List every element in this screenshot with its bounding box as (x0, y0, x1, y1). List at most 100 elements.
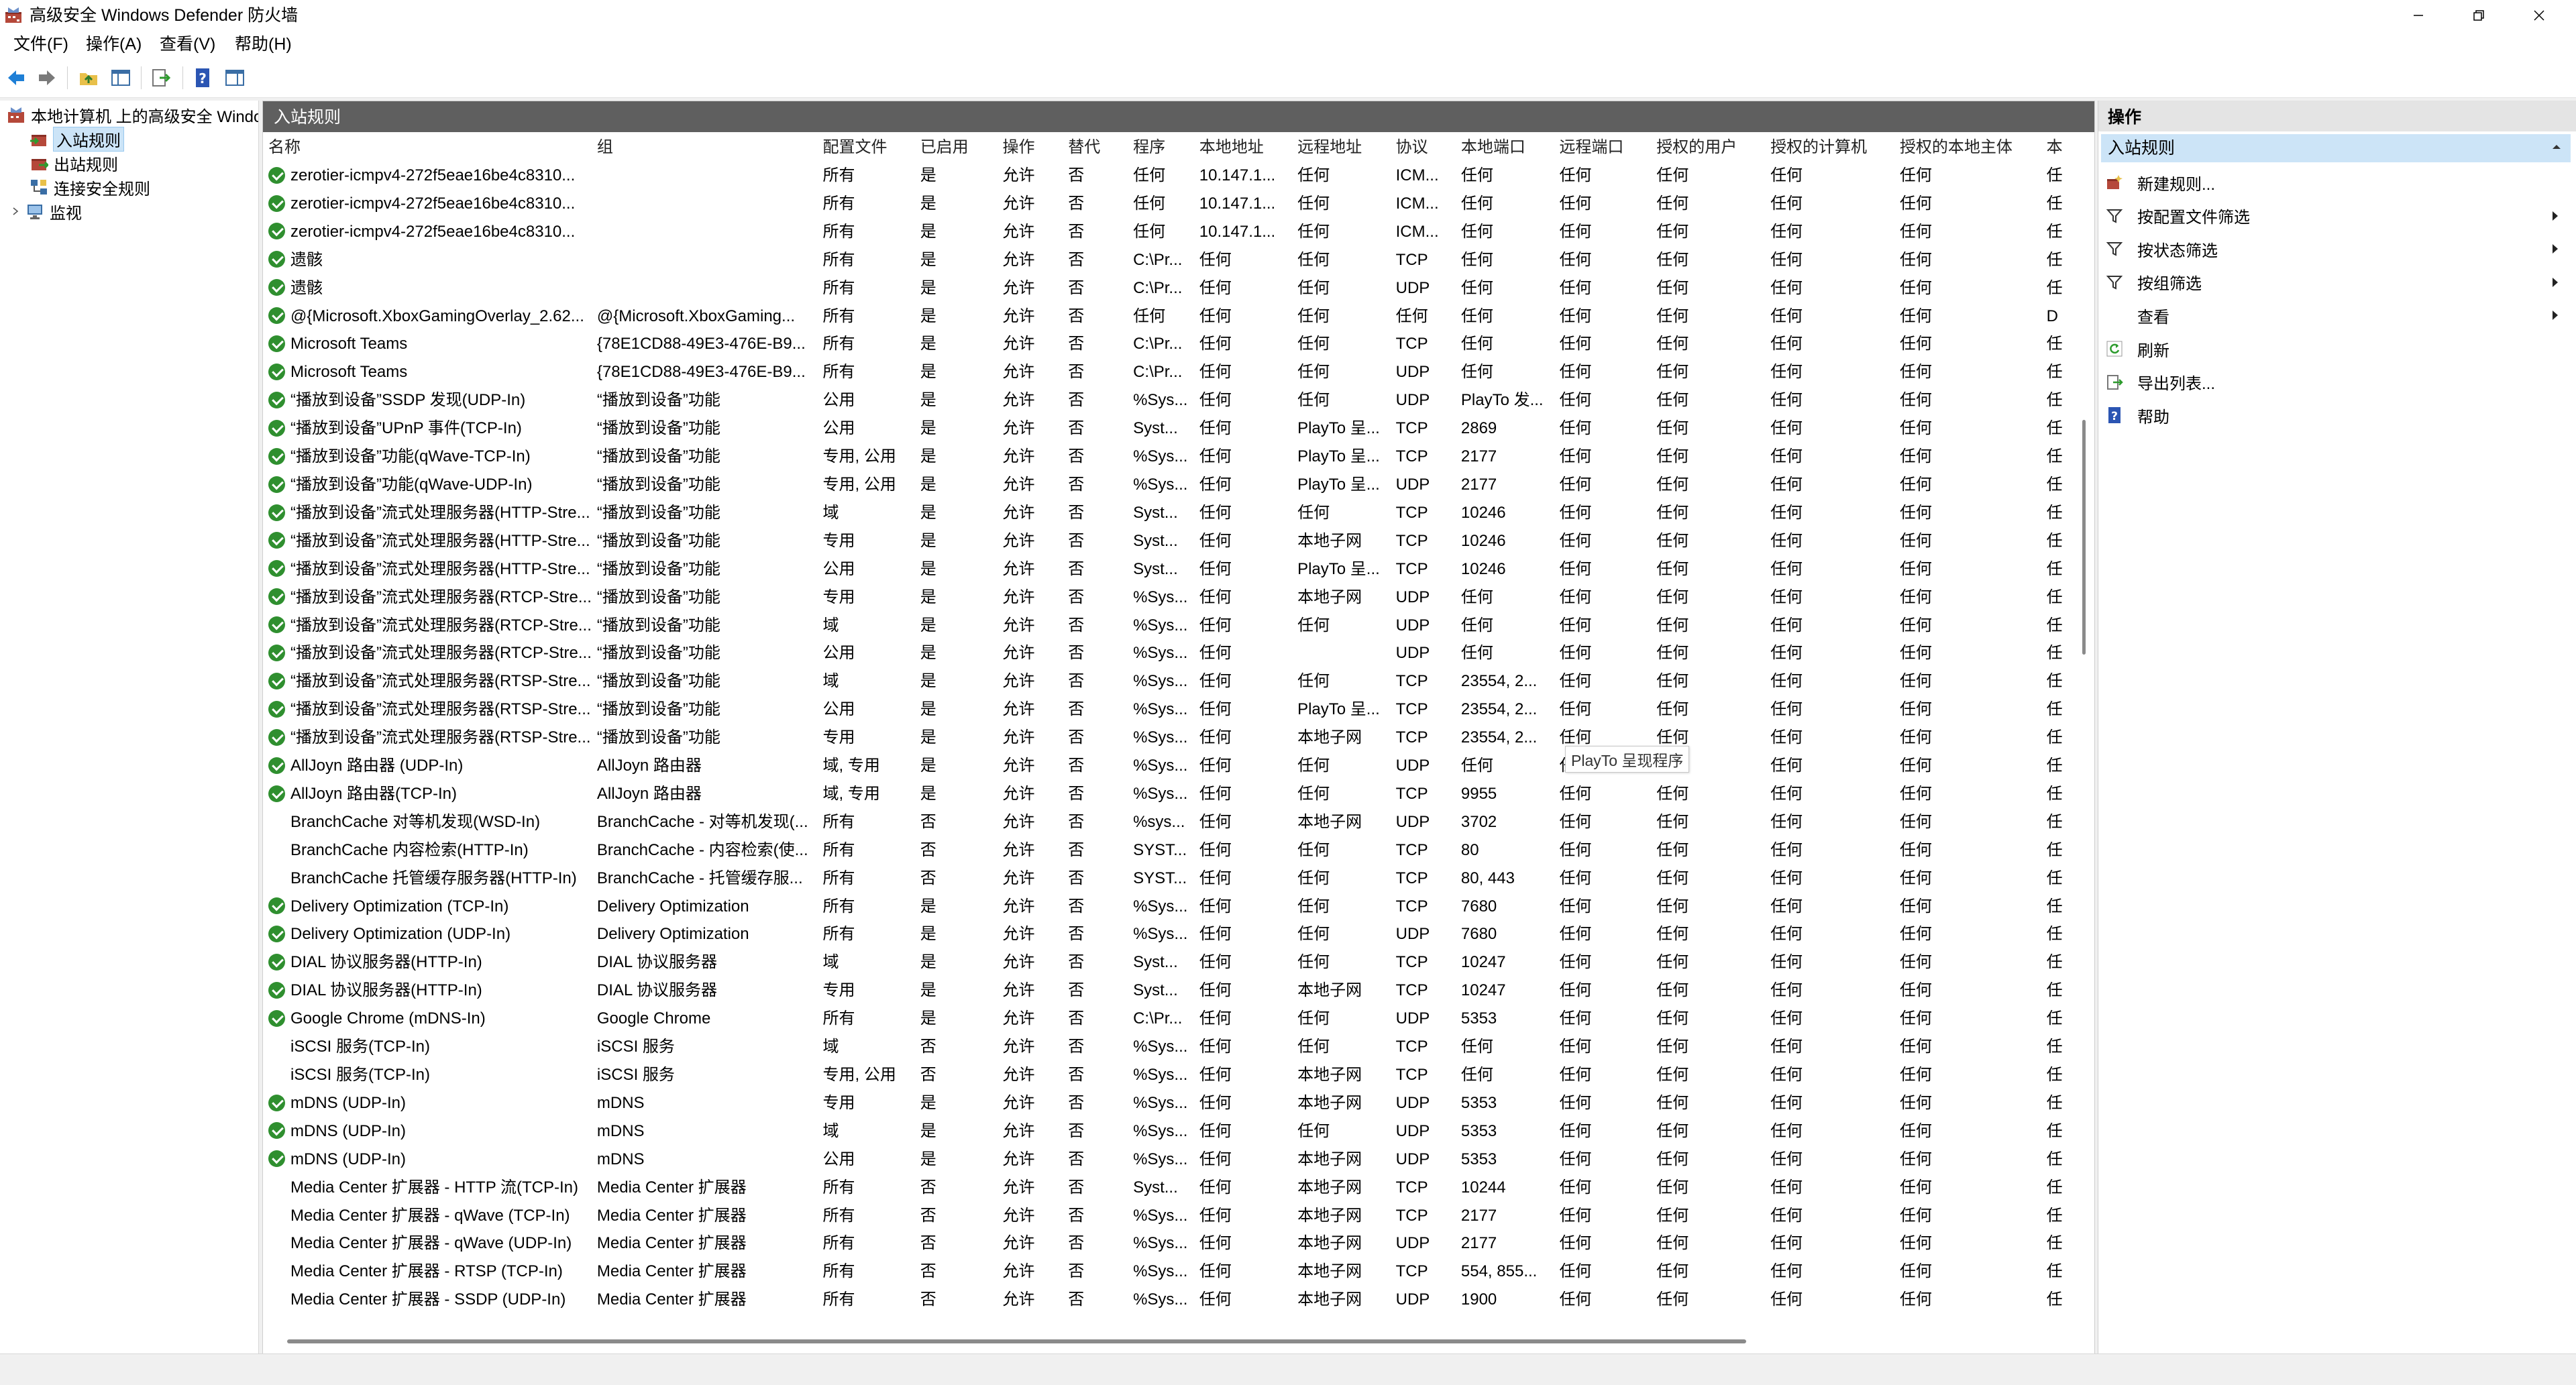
column-header[interactable]: 协议 (1391, 133, 1456, 162)
column-header[interactable]: 配置文件 (817, 133, 914, 162)
column-header[interactable]: 授权的计算机 (1765, 133, 1894, 162)
actions-section-inbound-rules[interactable]: 入站规则 (2101, 134, 2571, 162)
table-row[interactable]: “播放到设备”流式处理服务器(RTCP-Stre... “播放到设备”功能 专用 是 允… (263, 584, 2081, 612)
back-button[interactable] (4, 66, 28, 90)
table-row[interactable]: Delivery Optimization (UDP-In) Delivery O… (263, 920, 2081, 948)
action-help[interactable]: ? 帮助 (2105, 401, 2568, 429)
action-new-rule[interactable]: 新建规则... (2105, 168, 2568, 197)
table-cell: 任何 (1559, 840, 1592, 859)
forward-button[interactable] (35, 66, 59, 90)
action-filter-by-group[interactable]: 按组筛选 (2105, 268, 2568, 296)
table-cell: zerotier-icmpv4-272f5eae16be4c8310... (263, 190, 592, 218)
table-cell: 允许 (1002, 1206, 1035, 1225)
minimize-button[interactable] (2388, 0, 2449, 30)
column-header[interactable]: 组 (592, 133, 818, 162)
table-cell: 允许 (1002, 531, 1035, 550)
help-button[interactable]: ? (191, 66, 215, 90)
table-row[interactable]: “播放到设备”流式处理服务器(RTSP-Stre... “播放到设备”功能 域 是 允许… (263, 667, 2081, 696)
table-row[interactable]: @{Microsoft.XboxGamingOverlay_2.62... @{M… (263, 302, 2081, 331)
table-row[interactable]: 遗骸 所有 是 允许 否 C:\Pr... 任何 任何 UDP 任何 任何 任何 任何 任何 任 (263, 274, 2081, 302)
table-row[interactable]: Media Center 扩展器 - qWave (TCP-In) Media C… (263, 1202, 2081, 1230)
table-row[interactable]: “播放到设备”流式处理服务器(HTTP-Stre... “播放到设备”功能 域 是 允许… (263, 499, 2081, 527)
table-row[interactable]: Microsoft Teams {78E1CD88-49E3-476E-B9...… (263, 358, 2081, 386)
table-row[interactable]: “播放到设备”功能(qWave-UDP-In) “播放到设备”功能 专用, 公用 是 允… (263, 471, 2081, 499)
collapse-arrow-icon[interactable] (2549, 140, 2564, 154)
column-header[interactable]: 远程端口 (1554, 133, 1651, 162)
close-button[interactable] (2509, 0, 2569, 30)
up-folder-button[interactable] (76, 66, 101, 90)
export-button[interactable] (149, 66, 173, 90)
table-row[interactable]: “播放到设备”UPnP 事件(TCP-In) “播放到设备”功能 公用 是 允许 否 Sys… (263, 414, 2081, 443)
table-cell: 是 (920, 897, 936, 916)
action-view[interactable]: 查看 (2105, 301, 2568, 329)
table-row[interactable]: mDNS (UDP-In) mDNS 域 是 允许 否 %Sys... 任何 任何 UDP 5353… (263, 1117, 2081, 1146)
table-row[interactable]: “播放到设备”流式处理服务器(RTSP-Stre... “播放到设备”功能 专用 是 允… (263, 724, 2081, 752)
vertical-scrollbar-thumb[interactable] (2082, 420, 2086, 655)
action-filter-by-profile[interactable]: 按配置文件筛选 (2105, 202, 2568, 230)
table-row[interactable]: “播放到设备”流式处理服务器(RTSP-Stre... “播放到设备”功能 公用 是 允… (263, 696, 2081, 724)
table-cell: 否 (1068, 391, 1085, 410)
column-header[interactable]: 本 (2041, 133, 2081, 162)
table-row[interactable]: iSCSI 服务(TCP-In) iSCSI 服务 专用, 公用 否 允许 否 %Sys..… (263, 1061, 2081, 1089)
table-row[interactable]: AllJoyn 路由器 (UDP-In) AllJoyn 路由器 域, 专用 是 允许 否… (263, 752, 2081, 780)
column-header[interactable]: 替代 (1063, 133, 1128, 162)
table-row[interactable]: Media Center 扩展器 - HTTP 流(TCP-In) Media C… (263, 1174, 2081, 1202)
table-row[interactable]: “播放到设备”功能(qWave-TCP-In) “播放到设备”功能 专用, 公用 是 允… (263, 443, 2081, 471)
table-cell: 否 (1068, 1206, 1085, 1225)
table-row[interactable]: Microsoft Teams {78E1CD88-49E3-476E-B9...… (263, 330, 2081, 358)
table-row[interactable]: DIAL 协议服务器(HTTP-In) DIAL 协议服务器 专用 是 允许 否 Syst.… (263, 977, 2081, 1005)
tree-item-monitoring[interactable]: 监视 (11, 200, 82, 223)
menu-action[interactable]: 操作(A) (83, 34, 144, 54)
table-row[interactable]: iSCSI 服务(TCP-In) iSCSI 服务 域 否 允许 否 %Sys... 任何 任何… (263, 1033, 2081, 1061)
table-row[interactable]: zerotier-icmpv4-272f5eae16be4c8310... 所有 是… (263, 190, 2081, 218)
table-row[interactable]: Media Center 扩展器 - SSDP (UDP-In) Media Ce… (263, 1286, 2081, 1314)
table-row[interactable]: Media Center 扩展器 - qWave (UDP-In) Media C… (263, 1229, 2081, 1258)
table-row[interactable]: Media Center 扩展器 - RTSP (TCP-In) Media Ce… (263, 1258, 2081, 1286)
submenu-arrow-icon (2549, 308, 2561, 327)
table-row[interactable]: mDNS (UDP-In) mDNS 公用 是 允许 否 %Sys... 任何 本地子网 UDP 5… (263, 1146, 2081, 1174)
action-filter-by-state[interactable]: 按状态筛选 (2105, 235, 2568, 263)
table-row[interactable]: “播放到设备”流式处理服务器(RTCP-Stre... “播放到设备”功能 域 是 允许… (263, 612, 2081, 640)
table-row[interactable]: zerotier-icmpv4-272f5eae16be4c8310... 所有 是… (263, 162, 2081, 190)
horizontal-scrollbar-thumb[interactable] (287, 1339, 1746, 1343)
column-header[interactable]: 授权的用户 (1651, 133, 1765, 162)
table-row[interactable]: Delivery Optimization (TCP-In) Delivery O… (263, 893, 2081, 921)
show-hide-tree-button[interactable] (109, 66, 133, 90)
tree-root[interactable]: 本地计算机 上的高级安全 Windows Defender 防火墙 (7, 103, 258, 126)
table-row[interactable]: DIAL 协议服务器(HTTP-In) DIAL 协议服务器 域 是 允许 否 Syst..… (263, 948, 2081, 977)
table-row[interactable]: AllJoyn 路由器(TCP-In) AllJoyn 路由器 域, 专用 是 允许 否%… (263, 780, 2081, 808)
table-row[interactable]: BranchCache 内容检索(HTTP-In) BranchCache - 内… (263, 836, 2081, 865)
table-row[interactable]: mDNS (UDP-In) mDNS 专用 是 允许 否 %Sys... 任何 本地子网 UDP 5… (263, 1089, 2081, 1117)
column-header[interactable]: 操作 (997, 133, 1063, 162)
table-row[interactable]: Google Chrome (mDNS-In) Google Chrome 所有 是 允… (263, 1005, 2081, 1033)
action-refresh[interactable]: 刷新 (2105, 335, 2568, 363)
action-export-list[interactable]: 导出列表... (2105, 368, 2568, 396)
table-row[interactable]: “播放到设备”流式处理服务器(RTCP-Stre... “播放到设备”功能 公用 是 允… (263, 639, 2081, 667)
table-row[interactable]: “播放到设备”流式处理服务器(HTTP-Stre... “播放到设备”功能 专用 是 允… (263, 527, 2081, 555)
tree-item-connection-security-rules[interactable]: 连接安全规则 (30, 176, 150, 199)
table-row[interactable]: 遗骸 所有 是 允许 否 C:\Pr... 任何 任何 TCP 任何 任何 任何 任何 任何 任 (263, 246, 2081, 274)
maximize-button[interactable] (2449, 0, 2509, 30)
vertical-scrollbar-track[interactable] (2081, 133, 2094, 1326)
column-header[interactable]: 本地地址 (1194, 133, 1292, 162)
table-cell: 任何 (1199, 559, 1232, 578)
column-header[interactable]: 名称 (263, 133, 592, 162)
table-row[interactable]: “播放到设备”流式处理服务器(HTTP-Stre... “播放到设备”功能 公用 是 允… (263, 555, 2081, 584)
column-header[interactable]: 本地端口 (1456, 133, 1554, 162)
column-header[interactable]: 远程地址 (1292, 133, 1391, 162)
column-header[interactable]: 授权的本地主体 (1894, 133, 2041, 162)
menu-help[interactable]: 帮助(H) (232, 34, 294, 54)
table-row[interactable]: BranchCache 托管缓存服务器(HTTP-In) BranchCache … (263, 865, 2081, 893)
table-row[interactable]: BranchCache 对等机发现(WSD-In) BranchCache - 对… (263, 808, 2081, 836)
column-header[interactable]: 程序 (1128, 133, 1194, 162)
expand-chevron-icon[interactable] (11, 207, 20, 216)
column-header[interactable]: 已启用 (915, 133, 998, 162)
properties-pane-button[interactable] (223, 66, 247, 90)
table-row[interactable]: “播放到设备”SSDP 发现(UDP-In) “播放到设备”功能 公用 是 允许 否 %Sy… (263, 386, 2081, 414)
tree-item-inbound-rules[interactable]: 入站规则 (30, 126, 124, 152)
menu-view[interactable]: 查看(V) (157, 34, 218, 54)
menu-file[interactable]: 文件(F) (11, 34, 71, 54)
table-row[interactable]: zerotier-icmpv4-272f5eae16be4c8310... 所有 是… (263, 218, 2081, 246)
tree-item-outbound-rules[interactable]: 出站规则 (30, 152, 118, 174)
table-cell: 任何 (1199, 925, 1232, 944)
